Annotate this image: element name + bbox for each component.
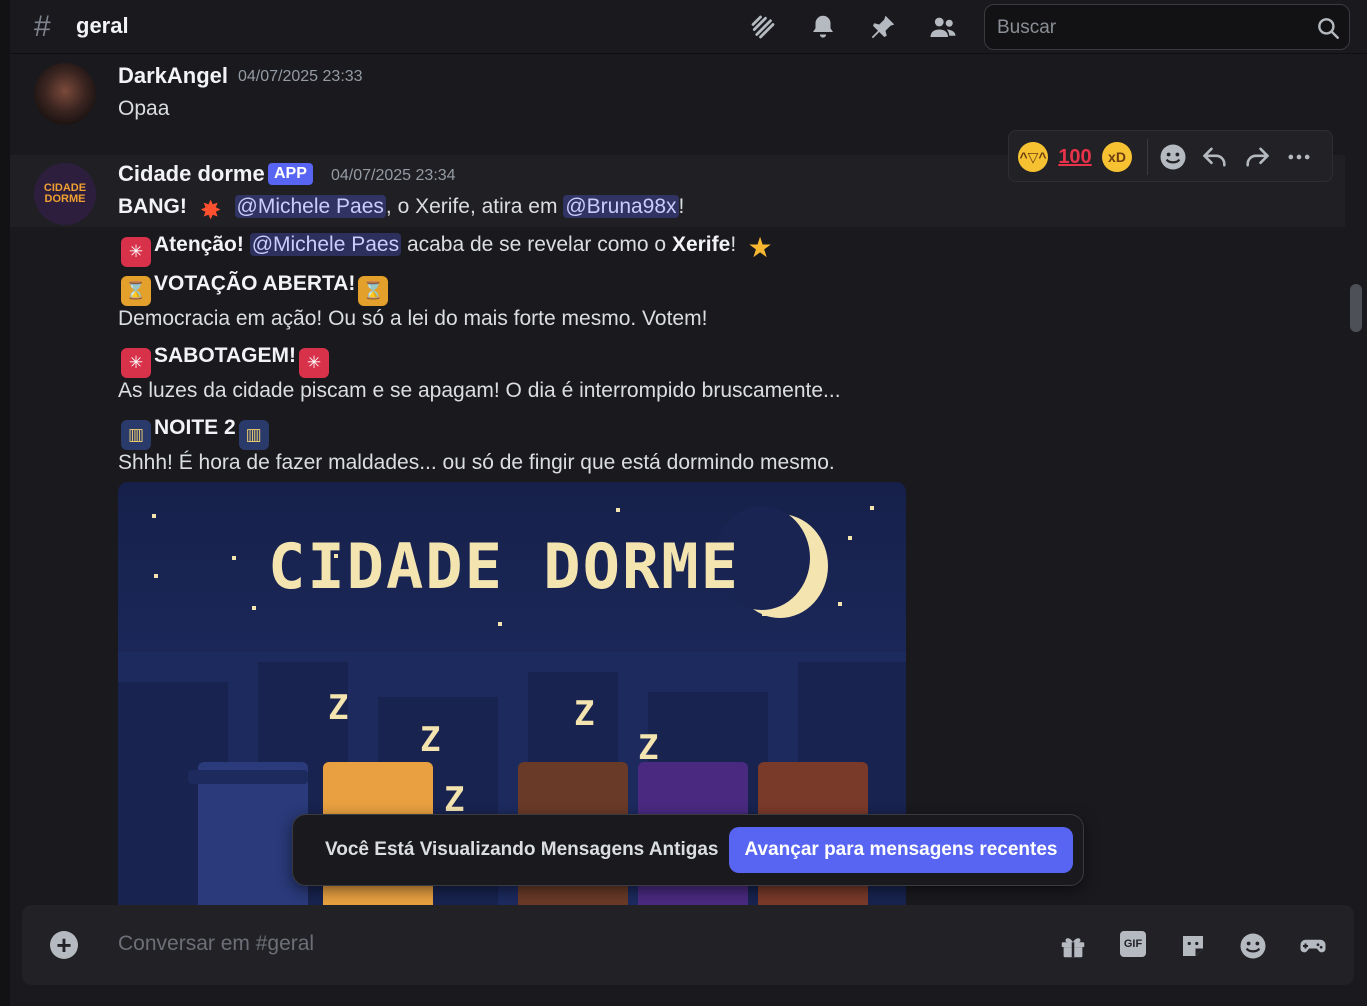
message-line: BANG! ✸ @Michele Paes, o Xerife, atira e… [118,193,684,225]
message-line: As luzes da cidade piscam e se apagam! O… [118,379,841,402]
channel-name: geral [76,13,129,38]
collision-emoji-icon: ✸ [199,195,222,225]
scrollbar-thumb[interactable] [1350,284,1362,332]
user-mention[interactable]: @Michele Paes [249,233,402,256]
message-line: ⌛ VOTAÇÃO ABERTA! ⌛ [118,270,391,306]
older-messages-notice: Você Está Visualizando Mensagens Antigas [325,839,719,860]
add-reaction-button[interactable] [1155,139,1191,175]
toolbar-divider [1147,139,1148,175]
role-text: Xerife [671,233,731,256]
sleep-z: Z [328,688,349,728]
sleep-z: Z [638,728,659,768]
more-options-button[interactable] [1281,139,1317,175]
pin-icon[interactable] [868,12,898,42]
sheriff-hat [188,770,308,784]
message-fragment: ! [730,233,737,256]
reaction-hundred[interactable]: 100 [1057,139,1093,175]
message-text: Opaa [118,97,170,120]
rolling-laughing-emoji-icon: xD [1102,142,1132,172]
hashtag-icon: # [34,10,51,43]
viewing-older-messages-banner: Você Está Visualizando Mensagens Antigas… [292,814,1084,886]
message-line: ✳ Atenção! @Michele Paes acaba de se reve… [118,231,778,267]
reaction-laughing[interactable]: ^▽^ [1015,139,1051,175]
member-list-icon[interactable] [928,12,958,42]
app-badge: APP [268,163,313,185]
search-icon [1315,15,1341,41]
avatar[interactable]: CIDADE DORME [34,163,96,225]
message-username[interactable]: Cidade dorme [118,161,265,187]
user-mention[interactable]: @Michele Paes [234,195,386,218]
search-input[interactable]: Buscar [984,4,1350,50]
hourglass-emoji-icon: ⌛ [121,276,151,306]
forward-arrow-icon [1246,147,1269,167]
forward-button[interactable] [1239,139,1275,175]
sleep-z: Z [420,720,441,760]
notification-bell-icon[interactable] [808,12,838,42]
night-city-emoji-icon: ▥ [121,420,151,450]
message-composer[interactable]: + Conversar em #geral GIF [22,905,1354,985]
message-actions-toolbar: ^▽^ 100 xD [1008,130,1333,182]
message-line: Democracia em ação! Ou só a lei do mais … [118,307,708,330]
message-fragment: acaba de se revelar como o [406,233,667,256]
jump-to-present-button[interactable]: Avançar para mensagens recentes [729,827,1073,873]
sleep-z: Z [574,694,595,734]
user-mention[interactable]: @Bruna98x [563,195,679,218]
threads-icon[interactable] [748,12,778,42]
siren-emoji-icon: ✳ [121,348,151,378]
ellipsis-icon [1288,154,1310,160]
message-username[interactable]: DarkAngel [118,63,228,89]
reply-button[interactable] [1197,139,1233,175]
star-emoji-icon: ★ [747,232,773,263]
night-text: NOITE 2 [154,416,236,439]
message-fragment: ! [678,195,685,218]
image-title: CIDADE DORME [268,530,740,603]
avatar[interactable] [34,63,96,125]
message-timestamp: 04/07/2025 23:33 [238,68,363,85]
message-line: ✳ SABOTAGEM! ✳ [118,342,332,378]
message-input-placeholder[interactable]: Conversar em #geral [118,932,314,956]
message-fragment: , o Xerife, atira em [385,195,558,218]
activities-gamepad-icon[interactable] [1298,931,1328,961]
reaction-rofl[interactable]: xD [1099,139,1135,175]
reply-arrow-icon [1203,147,1226,167]
sabotage-text: SABOTAGEM! [154,344,296,367]
hundred-points-emoji-icon: 100 [1058,145,1092,168]
message-list[interactable]: DarkAngel 04/07/2025 23:33 Opaa CIDADE D… [10,55,1345,905]
emoji-picker-icon[interactable] [1238,931,1268,961]
message-timestamp: 04/07/2025 23:34 [331,167,456,184]
add-attachment-icon[interactable]: + [50,931,78,959]
voting-text: VOTAÇÃO ABERTA! [154,272,356,295]
sticker-icon[interactable] [1178,931,1208,961]
message-line: ▥ NOITE 2 ▥ [118,414,272,450]
grinning-squinting-emoji-icon: ^▽^ [1018,142,1048,172]
server-sidebar-edge [0,0,10,1006]
attention-text: Atenção! [154,233,244,256]
search-placeholder: Buscar [997,17,1057,38]
smiley-icon [1160,144,1186,170]
siren-emoji-icon: ✳ [298,348,329,378]
message-line: Shhh! É hora de fazer maldades... ou só … [118,451,835,474]
hourglass-emoji-icon: ⌛ [358,276,389,306]
bang-text: BANG! [118,195,187,218]
gift-icon[interactable] [1058,931,1088,961]
avatar-logo-text: CIDADE DORME [43,182,87,205]
channel-header: # geral Buscar [10,0,1367,54]
night-city-emoji-icon: ▥ [238,420,269,450]
gif-icon[interactable]: GIF [1120,931,1146,957]
siren-emoji-icon: ✳ [121,237,151,267]
